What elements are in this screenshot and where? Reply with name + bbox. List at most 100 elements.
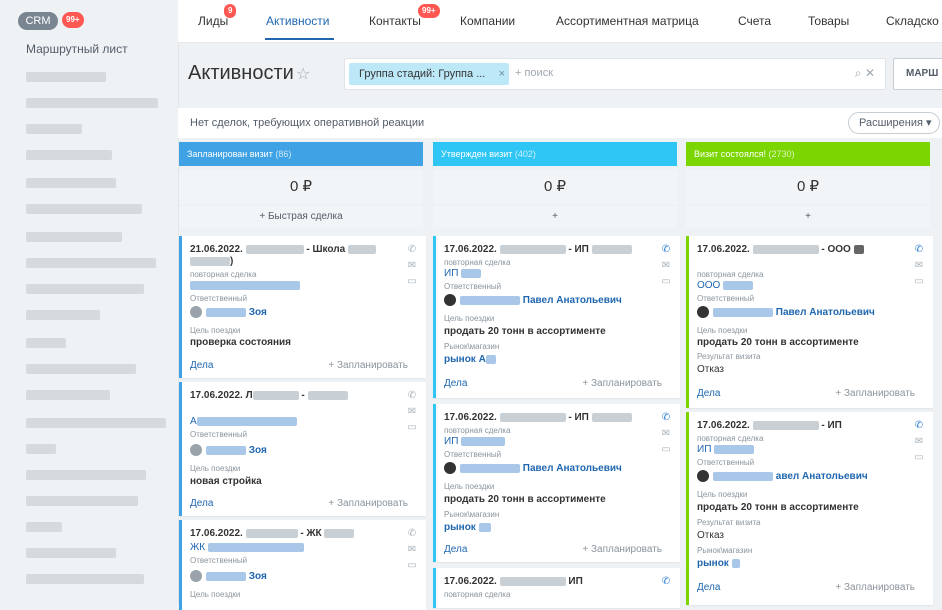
deal-card[interactable]: 17.06.2022. - ИП повторная сделка ИП Отв…: [433, 404, 680, 562]
tab-leads[interactable]: Лиды: [198, 14, 228, 28]
search-input[interactable]: + поиск: [515, 67, 553, 79]
deals-link[interactable]: Дела: [190, 360, 213, 371]
close-icon[interactable]: ×: [499, 63, 505, 85]
sidebar-item[interactable]: [26, 204, 142, 214]
quick-deal-button[interactable]: + Быстрая сделка: [179, 206, 423, 228]
card-title[interactable]: 21.06.2022. - Школа: [190, 244, 376, 255]
chat-icon[interactable]: ▭: [913, 450, 925, 466]
search-icon[interactable]: ⌕ ✕: [855, 66, 875, 81]
sidebar-item[interactable]: [26, 364, 136, 374]
sidebar-item[interactable]: [26, 338, 66, 348]
tab-products[interactable]: Товары: [808, 14, 849, 28]
sidebar-item[interactable]: [26, 178, 116, 188]
mail-icon[interactable]: ✉: [913, 258, 925, 274]
deals-link[interactable]: Дела: [190, 498, 213, 509]
deal-card[interactable]: 17.06.2022. ИП повторная сделка ✆: [433, 568, 680, 608]
sidebar-item[interactable]: [26, 72, 106, 82]
phone-icon[interactable]: ✆: [406, 388, 418, 404]
responsible-name[interactable]: Павел Анатольевич: [713, 307, 875, 318]
chat-icon[interactable]: ▭: [660, 442, 672, 458]
add-deal-button[interactable]: +: [433, 206, 677, 228]
deals-link[interactable]: Дела: [697, 388, 720, 399]
responsible-name[interactable]: Зоя: [206, 571, 267, 582]
plan-activity-link[interactable]: + Запланировать: [328, 360, 408, 371]
sidebar-item[interactable]: [26, 548, 116, 558]
sidebar-item[interactable]: [26, 232, 122, 242]
sidebar-item[interactable]: [26, 390, 110, 400]
market-value[interactable]: рынок А: [444, 354, 496, 365]
card-client-link[interactable]: ИП: [697, 444, 755, 455]
plan-activity-link[interactable]: + Запланировать: [582, 378, 662, 389]
mail-icon[interactable]: ✉: [406, 404, 418, 420]
card-title[interactable]: 17.06.2022. - ИП: [444, 412, 632, 423]
responsible-name[interactable]: Зоя: [206, 445, 267, 456]
sidebar-item[interactable]: [26, 124, 82, 134]
plan-activity-link[interactable]: + Запланировать: [328, 498, 408, 509]
sidebar-item[interactable]: [26, 150, 112, 160]
tab-warehouse[interactable]: Складско: [886, 14, 939, 28]
chat-icon[interactable]: ▭: [913, 274, 925, 290]
deals-link[interactable]: Дела: [697, 582, 720, 593]
tab-contacts[interactable]: Контакты: [369, 14, 421, 28]
deal-card[interactable]: 17.06.2022. - ИП повторная сделка ИП Отв…: [433, 236, 680, 398]
responsible-name[interactable]: Зоя: [206, 307, 267, 318]
star-icon[interactable]: ☆: [296, 64, 310, 84]
column-header[interactable]: Запланирован визит (86): [179, 142, 423, 166]
card-client-link[interactable]: ЖК: [190, 542, 304, 553]
crm-menu-button[interactable]: CRM: [18, 12, 58, 30]
deal-card[interactable]: 17.06.2022. Л - А Ответственный Зоя Цель…: [179, 382, 426, 516]
tab-activities[interactable]: Активности: [266, 14, 329, 28]
phone-icon[interactable]: ✆: [660, 410, 672, 426]
phone-icon[interactable]: ✆: [406, 526, 418, 542]
chat-icon[interactable]: ▭: [660, 274, 672, 290]
sidebar-item[interactable]: [26, 98, 158, 108]
filter-search-bar[interactable]: Группа стадий: Группа ... × + поиск ⌕ ✕: [344, 58, 886, 90]
deal-card[interactable]: 17.06.2022. - ООО повторная сделка ООО О…: [686, 236, 933, 408]
chat-icon[interactable]: ▭: [406, 420, 418, 436]
deals-link[interactable]: Дела: [444, 378, 467, 389]
phone-icon[interactable]: ✆: [660, 242, 672, 258]
card-client-link[interactable]: ИП: [444, 268, 482, 279]
responsible-name[interactable]: Павел Анатольевич: [460, 463, 622, 474]
column-header[interactable]: Визит состоялся! (2730): [686, 142, 930, 166]
card-client-link[interactable]: А: [190, 416, 297, 427]
plan-activity-link[interactable]: + Запланировать: [835, 388, 915, 399]
card-title[interactable]: 17.06.2022. ИП: [444, 576, 583, 587]
column-header[interactable]: Утвержден визит (402): [433, 142, 677, 166]
sidebar-item[interactable]: [26, 496, 138, 506]
filter-chip[interactable]: Группа стадий: Группа ... ×: [349, 63, 509, 85]
phone-icon[interactable]: ✆: [913, 418, 925, 434]
phone-icon[interactable]: ✆: [406, 242, 418, 258]
card-client-link[interactable]: ООО: [697, 280, 754, 291]
tab-invoices[interactable]: Счета: [738, 14, 771, 28]
tab-assortment-matrix[interactable]: Ассортиментная матрица: [556, 14, 699, 28]
market-value[interactable]: рынок: [444, 522, 491, 533]
deal-card[interactable]: 17.06.2022. - ИП повторная сделка ИП Отв…: [686, 412, 933, 605]
plan-activity-link[interactable]: + Запланировать: [835, 582, 915, 593]
phone-icon[interactable]: ✆: [660, 574, 672, 590]
sidebar-item[interactable]: [26, 444, 56, 454]
sidebar-item-route-sheet[interactable]: Маршрутный лист: [26, 42, 128, 56]
extensions-button[interactable]: Расширения ▾: [848, 112, 940, 134]
card-title[interactable]: 17.06.2022. - ИП: [444, 244, 632, 255]
card-client-link[interactable]: ИП: [444, 436, 506, 447]
mail-icon[interactable]: ✉: [913, 434, 925, 450]
deal-card[interactable]: 21.06.2022. - Школа ) повторная сделка О…: [179, 236, 426, 378]
plan-activity-link[interactable]: + Запланировать: [582, 544, 662, 555]
sidebar-item[interactable]: [26, 418, 166, 428]
route-button[interactable]: МАРШ: [893, 58, 942, 90]
chat-icon[interactable]: ▭: [406, 274, 418, 290]
sidebar-item[interactable]: [26, 522, 62, 532]
responsible-name[interactable]: Павел Анатольевич: [460, 295, 622, 306]
phone-icon[interactable]: ✆: [913, 242, 925, 258]
sidebar-item[interactable]: [26, 470, 146, 480]
card-title[interactable]: 17.06.2022. - ООО: [697, 244, 864, 255]
sidebar-item[interactable]: [26, 310, 100, 320]
mail-icon[interactable]: ✉: [406, 542, 418, 558]
responsible-name[interactable]: авел Анатольевич: [713, 471, 868, 482]
deal-card[interactable]: 17.06.2022. - ЖК ЖК Ответственный Зоя Це…: [179, 520, 426, 610]
tab-companies[interactable]: Компании: [460, 14, 515, 28]
add-deal-button[interactable]: +: [686, 206, 930, 228]
card-title[interactable]: 17.06.2022. - ЖК: [190, 528, 355, 539]
card-title[interactable]: 17.06.2022. - ИП: [697, 420, 842, 431]
